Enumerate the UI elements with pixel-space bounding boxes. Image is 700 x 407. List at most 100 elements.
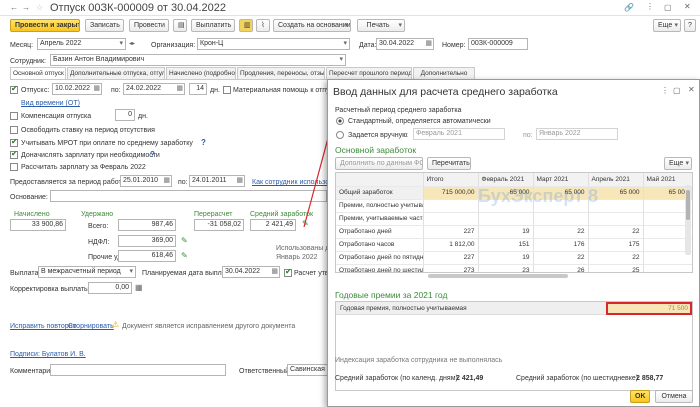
- maximize-icon[interactable]: ▢: [664, 3, 672, 13]
- manual-to-field[interactable]: Январь 2022: [536, 128, 618, 140]
- other-edit-icon[interactable]: ✎: [181, 251, 188, 261]
- org-field[interactable]: Крон-Ц: [197, 38, 350, 50]
- table-cell[interactable]: [643, 264, 692, 272]
- table-cell[interactable]: 22: [533, 225, 589, 239]
- comment-field[interactable]: [50, 364, 226, 376]
- pay-button[interactable]: Выплатить: [191, 19, 235, 32]
- cancel-button[interactable]: Отмена: [655, 390, 693, 403]
- period-to-field[interactable]: 24.01.2011: [189, 175, 245, 187]
- vacation-label: Отпуск: [21, 87, 44, 94]
- reverse-link[interactable]: Сторнировать: [68, 322, 114, 331]
- tab-additional[interactable]: Дополнительно: [413, 67, 475, 79]
- table-cell[interactable]: 22: [533, 251, 589, 265]
- archive-button[interactable]: ▥: [239, 19, 253, 32]
- calc-salary-checkbox[interactable]: [10, 163, 18, 171]
- tab-additional-vacations[interactable]: Дополнительные отпуска, отгулы: [67, 67, 165, 79]
- extra-pay-help-icon[interactable]: ?: [150, 150, 155, 160]
- tab-recalc-period[interactable]: Пересчет прошлого периода: [326, 67, 412, 79]
- manual-radio[interactable]: [336, 131, 344, 139]
- create-basis-button[interactable]: Создать на основании: [273, 19, 351, 32]
- table-cell[interactable]: 22: [588, 225, 644, 239]
- month-stepper-icon[interactable]: ◂▸: [129, 39, 135, 49]
- material-help-checkbox[interactable]: [223, 86, 231, 94]
- table-cell[interactable]: 23: [478, 264, 534, 272]
- print-button[interactable]: Печать: [357, 19, 405, 32]
- avg-cal-value: 2 421,49: [456, 375, 484, 382]
- table-row[interactable]: Отработано дней 227 19 22 22: [336, 225, 692, 239]
- correction-field[interactable]: 0,00: [88, 282, 132, 294]
- close-icon[interactable]: ✕: [684, 2, 691, 12]
- vacation-to-field[interactable]: 24.02.2022: [123, 83, 185, 95]
- favorite-star-icon[interactable]: ☆: [36, 3, 43, 13]
- save-button[interactable]: Записать: [85, 19, 124, 32]
- more-options-icon[interactable]: ⋮: [646, 2, 654, 12]
- comp-days-field[interactable]: 0: [115, 109, 135, 121]
- date-field[interactable]: 30.04.2022: [376, 38, 434, 50]
- dialog-maximize-icon[interactable]: ▢: [673, 86, 681, 96]
- payout-field[interactable]: В межрасчетный период: [38, 266, 136, 278]
- tab-extensions[interactable]: Продления, переносы, отзывы: [237, 67, 325, 79]
- table-cell[interactable]: 22: [588, 251, 644, 265]
- table-cell[interactable]: 26: [533, 264, 589, 272]
- dialog-more-icon[interactable]: ⋮: [661, 86, 669, 96]
- table-cell[interactable]: 19: [478, 225, 534, 239]
- fix-again-link[interactable]: Исправить повторно: [10, 322, 76, 331]
- doc-icon-button[interactable]: ▤: [173, 19, 187, 32]
- table-row[interactable]: Отработано дней по пятидневной...2271922…: [336, 251, 692, 265]
- refill-button[interactable]: Перечитать: [427, 157, 471, 170]
- table-cell[interactable]: [478, 212, 534, 226]
- table-cell[interactable]: 19: [478, 251, 534, 265]
- table-row[interactable]: Отработано часов 1 812,00 151 176 175: [336, 238, 692, 252]
- manual-from-label: с:: [403, 132, 409, 139]
- accrued-field: 33 900,86: [10, 219, 66, 231]
- dialog-more-button[interactable]: Еще: [664, 157, 692, 170]
- table-cell[interactable]: [588, 212, 644, 226]
- free-rate-checkbox[interactable]: [10, 126, 18, 134]
- table-cell[interactable]: 151: [478, 238, 534, 252]
- standard-radio[interactable]: [336, 117, 344, 125]
- signatures-link[interactable]: Подписи: Булатов И. В.: [10, 350, 86, 359]
- table-cell[interactable]: 176: [533, 238, 589, 252]
- month-field[interactable]: Апрель 2022: [37, 38, 126, 50]
- mrot-checkbox[interactable]: [10, 137, 18, 147]
- mrot-help-icon[interactable]: ?: [201, 138, 206, 148]
- number-label: Номер:: [442, 42, 466, 49]
- extra-pay-checkbox[interactable]: [10, 149, 18, 159]
- tab-accrued-detail[interactable]: Начислено (подробно): [166, 67, 236, 79]
- table-cell[interactable]: 175: [588, 238, 644, 252]
- post-and-close-button[interactable]: Провести и закрыть: [10, 19, 80, 32]
- compensation-checkbox[interactable]: [10, 112, 18, 120]
- table-scrollbar-thumb[interactable]: [686, 190, 690, 220]
- table-cell[interactable]: [533, 212, 589, 226]
- responsible-field[interactable]: Савинская З.Ж: [287, 364, 329, 376]
- more-button[interactable]: Еще: [653, 19, 681, 32]
- help-button[interactable]: ?: [684, 19, 696, 32]
- attach-button[interactable]: ⌇: [256, 19, 270, 32]
- period-from-field[interactable]: 25.01.2010: [120, 175, 172, 187]
- table-cell[interactable]: 25: [588, 264, 644, 272]
- basis-field[interactable]: [50, 190, 327, 202]
- correction-calc-icon[interactable]: ▦: [135, 283, 143, 293]
- days-field[interactable]: 14: [189, 83, 207, 95]
- table-row[interactable]: Премии, учитываемые частично: [336, 212, 692, 226]
- number-field[interactable]: 00ЗК-000009: [468, 38, 528, 50]
- link-icon[interactable]: 🔗: [624, 3, 634, 13]
- manual-from-field[interactable]: Февраль 2021: [413, 128, 505, 140]
- employee-field[interactable]: Базин Антон Владимирович: [50, 54, 346, 66]
- table-row[interactable]: Отработано дней по шестидневной...273232…: [336, 264, 692, 272]
- add-fot-button[interactable]: Дополнить по данным ФОТ: [335, 157, 423, 170]
- forward-arrow-icon[interactable]: →: [22, 3, 30, 13]
- table-cell: Отработано дней: [336, 225, 424, 239]
- ok-button[interactable]: OK: [630, 390, 650, 403]
- post-button[interactable]: Провести: [129, 19, 169, 32]
- vacation-from-field[interactable]: 10.02.2022: [52, 83, 102, 95]
- ndfl-edit-icon[interactable]: ✎: [181, 236, 188, 246]
- vacation-type-link[interactable]: Вид времени (ОТ): [21, 99, 80, 108]
- planned-date-field[interactable]: 30.04.2022: [222, 266, 280, 278]
- table-hscrollbar[interactable]: [428, 274, 568, 278]
- back-arrow-icon[interactable]: ←: [10, 3, 18, 13]
- vacation-checkbox[interactable]: [10, 84, 18, 94]
- dialog-close-icon[interactable]: ✕: [688, 85, 695, 95]
- calc-approved-checkbox[interactable]: [284, 267, 292, 277]
- calc-salary-label: Рассчитать зарплату за Февраль 2022: [21, 164, 146, 171]
